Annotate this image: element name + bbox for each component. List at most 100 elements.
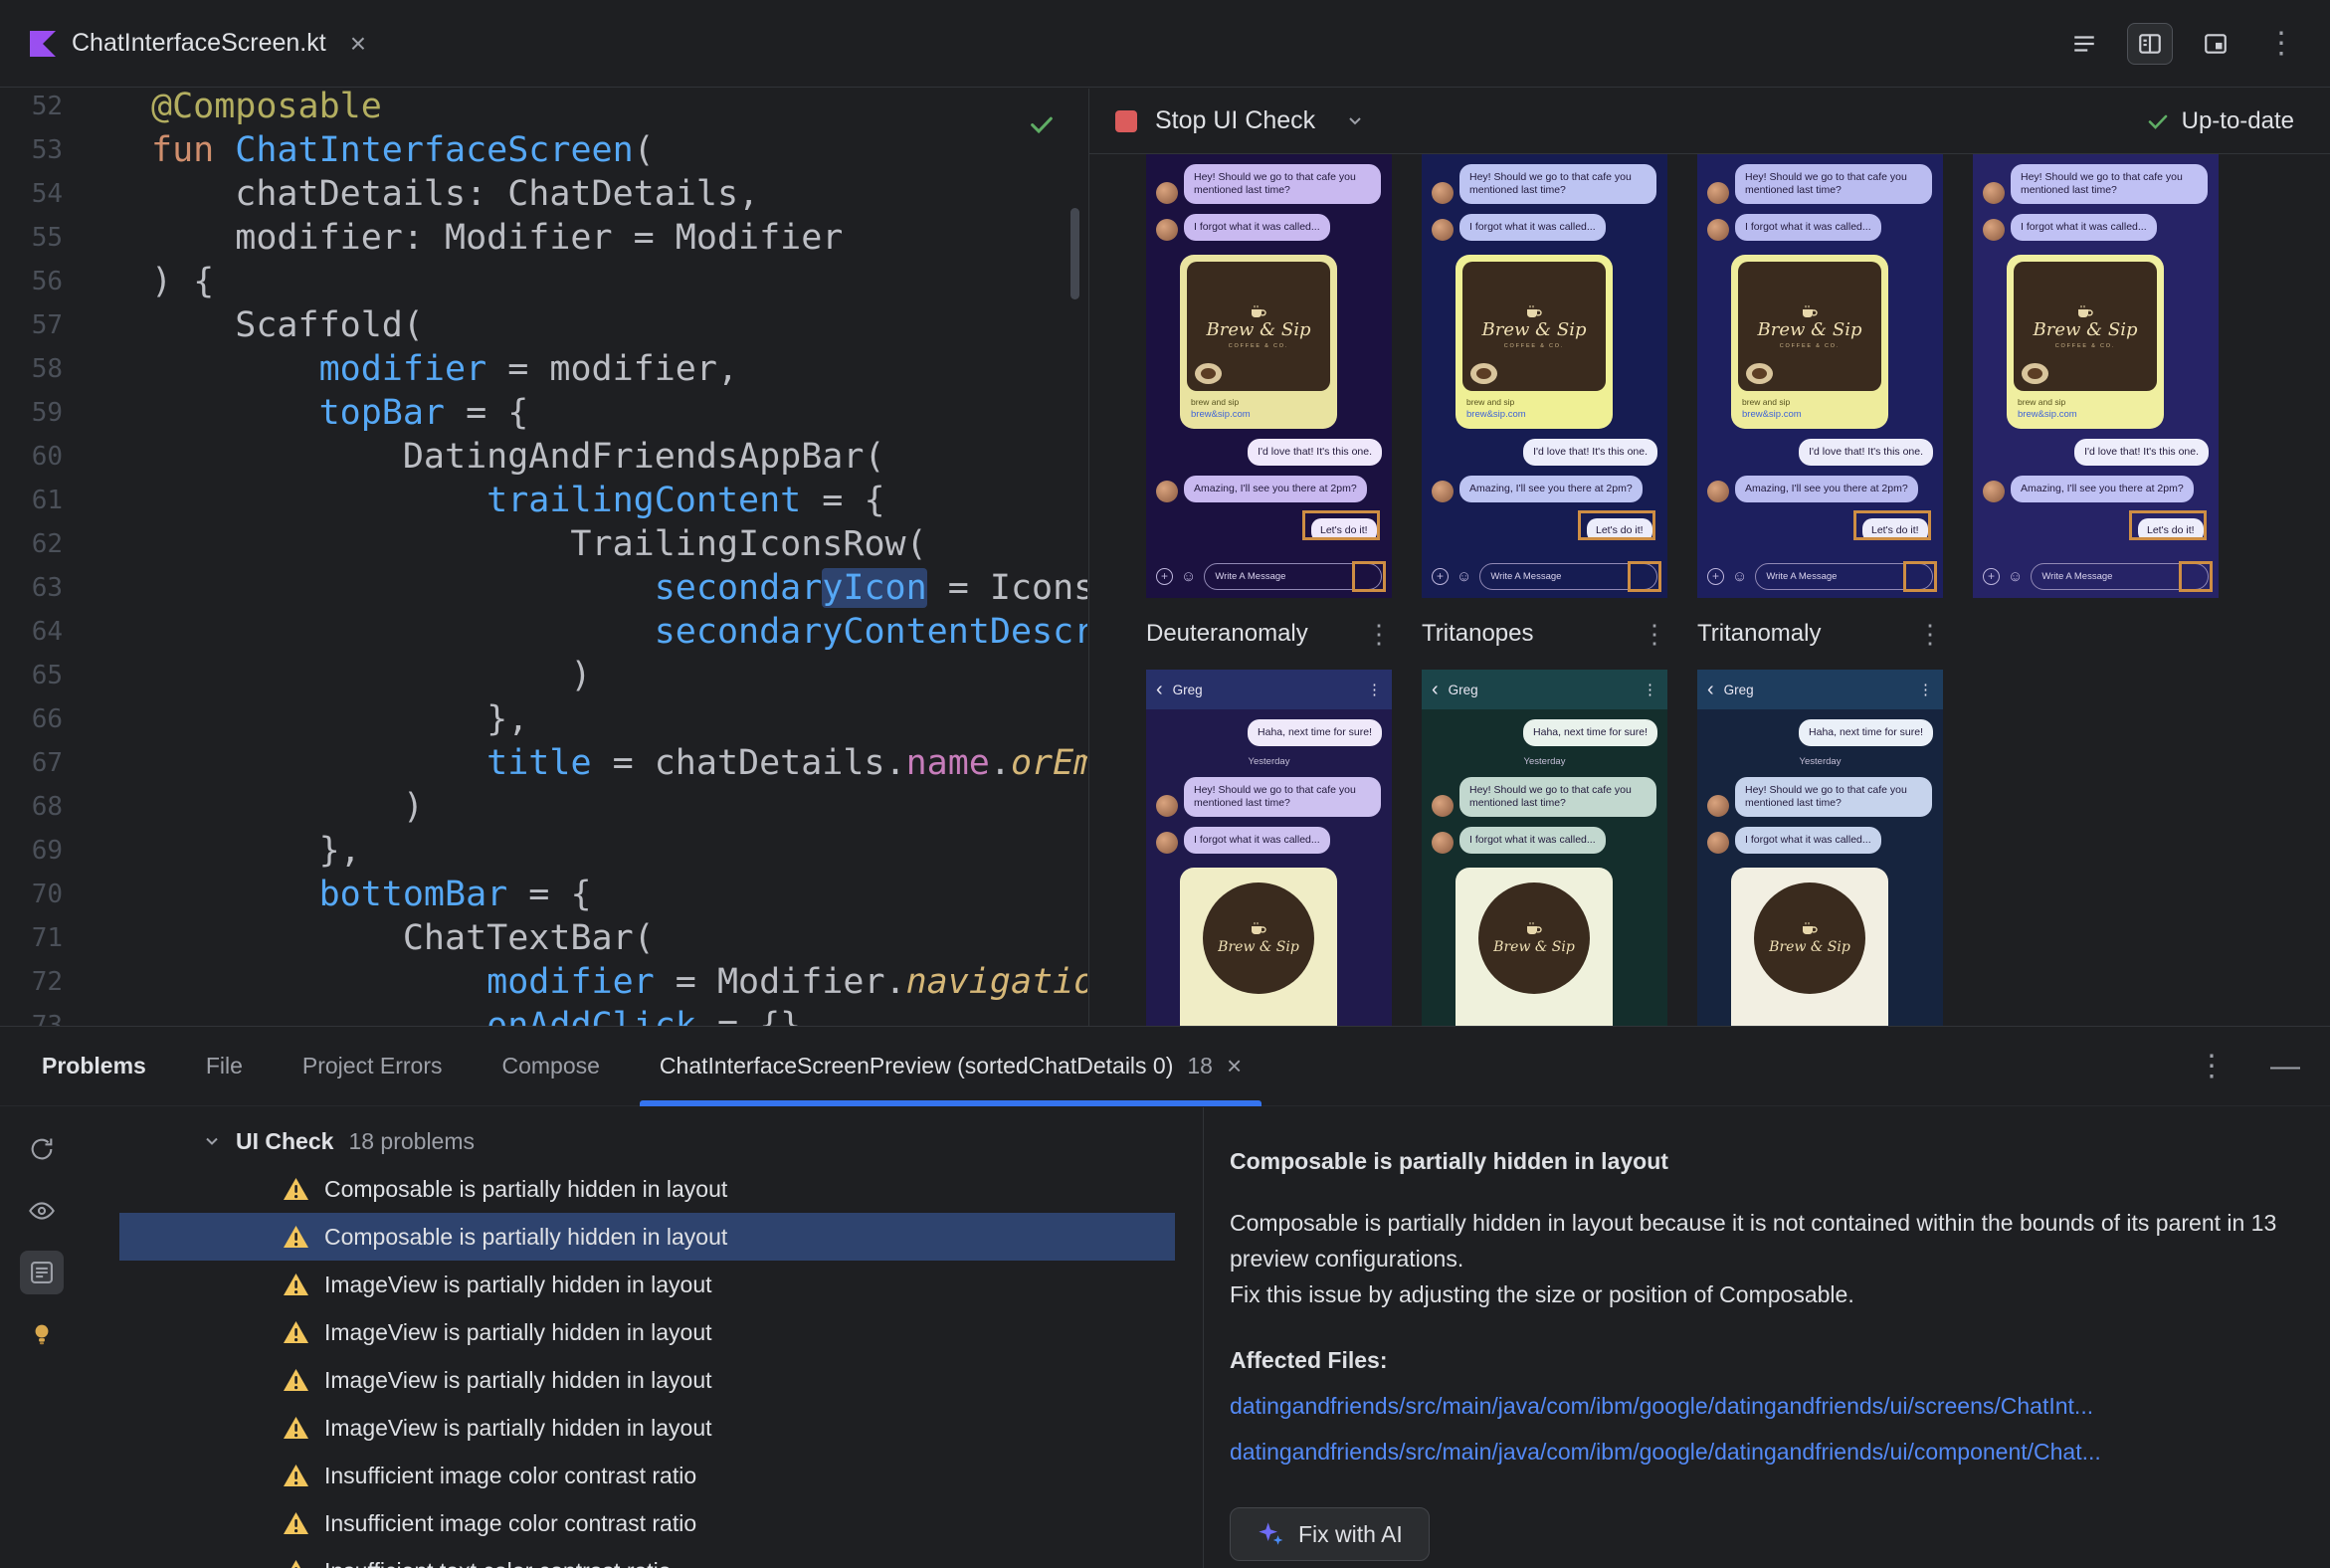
code-line[interactable]: 72 modifier = Modifier.navigationBarsPad… bbox=[0, 960, 1087, 1004]
code-line[interactable]: 53 fun ChatInterfaceScreen( bbox=[0, 128, 1087, 172]
preview-menu-icon[interactable]: ⋮ bbox=[1366, 621, 1392, 647]
code-line[interactable]: 59 topBar = { bbox=[0, 391, 1087, 435]
preview-phone[interactable]: ‹ Greg ⋮ Haha, next time for sure! Yester… bbox=[1697, 670, 1943, 1026]
avatar bbox=[1983, 182, 2005, 204]
problem-item[interactable]: ImageView is partially hidden in layout bbox=[119, 1308, 1175, 1356]
code-view-button[interactable] bbox=[2061, 23, 2107, 65]
layout-issue-highlight bbox=[2179, 561, 2213, 592]
problem-item[interactable]: Insufficient image color contrast ratio bbox=[119, 1499, 1175, 1547]
editor-tab[interactable]: ChatInterfaceScreen.kt × bbox=[0, 0, 396, 87]
card-subtitle: COFFEE & CO. bbox=[1228, 342, 1289, 349]
code-line[interactable]: 61 trailingContent = { bbox=[0, 479, 1087, 522]
code-line[interactable]: 66 }, bbox=[0, 697, 1087, 741]
up-to-date-status: Up-to-date bbox=[2146, 107, 2294, 135]
minimize-icon[interactable]: — bbox=[2270, 1051, 2300, 1081]
code-line[interactable]: 64 secondaryContentDescription = strin bbox=[0, 610, 1087, 654]
line-number: 73 bbox=[31, 1011, 63, 1026]
tab-file[interactable]: File bbox=[176, 1027, 273, 1105]
code-line[interactable]: 73 onAddClick = {} bbox=[0, 1004, 1087, 1026]
design-view-icon bbox=[2205, 33, 2227, 54]
stop-ui-check-button[interactable]: Stop UI Check bbox=[1155, 106, 1315, 135]
description-line-2: Fix this issue by adjusting the size or … bbox=[1230, 1281, 1854, 1307]
code-line[interactable]: 62 TrailingIconsRow( bbox=[0, 522, 1087, 566]
design-view-button[interactable] bbox=[2193, 23, 2238, 65]
layout-issue-highlight: Let's do it! bbox=[2129, 510, 2207, 540]
problem-description: Composable is partially hidden in layout… bbox=[1230, 1205, 2290, 1312]
card-footer: brew and sip brew&sip.com bbox=[1462, 391, 1606, 422]
chat-bubble: Hey! Should we go to that cafe you menti… bbox=[1735, 777, 1932, 817]
contact-name: Greg bbox=[1172, 682, 1203, 697]
split-view-button[interactable] bbox=[2127, 22, 2173, 65]
details-view-button[interactable] bbox=[20, 1251, 64, 1294]
warning-icon bbox=[284, 1178, 308, 1200]
kebab-icon: ⋮ bbox=[2266, 26, 2296, 60]
code-text: title = chatDetails.name.orEmpty() bbox=[486, 743, 1087, 783]
problem-item[interactable]: ImageView is partially hidden in layout bbox=[119, 1356, 1175, 1404]
problem-text: Insufficient text color contrast ratio bbox=[324, 1558, 672, 1568]
code-line[interactable]: 63 secondaryIcon = Icons.Outlined.More bbox=[0, 566, 1087, 610]
tab-preview-problems[interactable]: ChatInterfaceScreenPreview (sortedChatDe… bbox=[630, 1027, 1271, 1106]
chat-message-outgoing: Haha, next time for sure! bbox=[1146, 719, 1392, 746]
problem-item[interactable]: ImageView is partially hidden in layout bbox=[119, 1261, 1175, 1308]
preview-menu-icon[interactable]: ⋮ bbox=[1917, 621, 1943, 647]
problems-content: UI Check 18 problems Composable is parti… bbox=[0, 1107, 2330, 1568]
code-line[interactable]: 55 modifier: Modifier = Modifier bbox=[0, 216, 1087, 260]
chat-bubble: Hey! Should we go to that cafe you menti… bbox=[1459, 777, 1656, 817]
affected-file-link-2[interactable]: datingandfriends/src/main/java/com/ibm/g… bbox=[1230, 1434, 2290, 1470]
warning-icon bbox=[284, 1321, 308, 1343]
card-brand: Brew & Sip bbox=[1757, 318, 1862, 340]
code-line[interactable]: 56) { bbox=[0, 260, 1087, 303]
problem-item[interactable]: Composable is partially hidden in layout bbox=[119, 1213, 1175, 1261]
chat-bubble: I forgot what it was called... bbox=[1735, 827, 1881, 854]
chevron-down-icon[interactable] bbox=[1345, 111, 1365, 131]
problem-item[interactable]: Insufficient image color contrast ratio bbox=[119, 1452, 1175, 1499]
chat-message-incoming: Amazing, I'll see you there at 2pm? bbox=[1422, 476, 1667, 502]
chat-bubble: I forgot what it was called... bbox=[1459, 214, 1606, 241]
code-line[interactable]: 52 @Composable bbox=[0, 89, 1087, 128]
code-line[interactable]: 60 DatingAndFriendsAppBar( bbox=[0, 435, 1087, 479]
tab-compose[interactable]: Compose bbox=[472, 1027, 629, 1105]
code-line[interactable]: 65 ) bbox=[0, 654, 1087, 697]
preview-phone[interactable]: Hey! Should we go to that cafe you menti… bbox=[1697, 154, 1943, 598]
chat-message-incoming: Hey! Should we go to that cafe you menti… bbox=[1697, 777, 1943, 817]
code-text: fun ChatInterfaceScreen( bbox=[151, 130, 655, 170]
problem-item[interactable]: ImageView is partially hidden in layout bbox=[119, 1404, 1175, 1452]
code-line[interactable]: 54 chatDetails: ChatDetails, bbox=[0, 172, 1087, 216]
quick-fix-button[interactable] bbox=[20, 1312, 64, 1356]
problem-group-header[interactable]: UI Check 18 problems bbox=[119, 1117, 1175, 1165]
coffee-photo bbox=[1746, 363, 1773, 384]
tab-project-errors[interactable]: Project Errors bbox=[273, 1027, 473, 1105]
card-brand: Brew & Sip bbox=[1481, 318, 1587, 340]
editor-scrollbar[interactable] bbox=[1070, 208, 1079, 299]
refresh-button[interactable] bbox=[20, 1127, 64, 1171]
description-line-1: Composable is partially hidden in layout… bbox=[1230, 1210, 2277, 1272]
code-line[interactable]: 67 title = chatDetails.name.orEmpty() bbox=[0, 741, 1087, 785]
day-divider: Yesterday bbox=[1248, 756, 1290, 767]
problem-item[interactable]: Insufficient text color contrast ratio bbox=[119, 1547, 1175, 1568]
code-line[interactable]: 70 bottomBar = { bbox=[0, 873, 1087, 916]
preview-phone[interactable]: Hey! Should we go to that cafe you menti… bbox=[1422, 154, 1667, 598]
code-line[interactable]: 71 ChatTextBar( bbox=[0, 916, 1087, 960]
code-line[interactable]: 57 Scaffold( bbox=[0, 303, 1087, 347]
affected-file-link-1[interactable]: datingandfriends/src/main/java/com/ibm/g… bbox=[1230, 1388, 2290, 1424]
avatar bbox=[1156, 481, 1178, 502]
code-line[interactable]: 58 modifier = modifier, bbox=[0, 347, 1087, 391]
code-line[interactable]: 69 }, bbox=[0, 829, 1087, 873]
chat-message-outgoing: Haha, next time for sure! bbox=[1697, 719, 1943, 746]
preview-phone[interactable]: Hey! Should we go to that cafe you menti… bbox=[1973, 154, 2219, 598]
tab-close-icon[interactable]: × bbox=[350, 28, 366, 60]
tab-close-icon[interactable]: × bbox=[1227, 1051, 1242, 1081]
preview-phone[interactable]: ‹ Greg ⋮ Haha, next time for sure! Yester… bbox=[1146, 670, 1392, 1026]
preview-phone[interactable]: ‹ Greg ⋮ Haha, next time for sure! Yester… bbox=[1422, 670, 1667, 1026]
panel-options-icon[interactable]: ⋮ bbox=[2197, 1051, 2227, 1081]
editor-more-button[interactable]: ⋮ bbox=[2258, 23, 2304, 65]
preview-menu-icon[interactable]: ⋮ bbox=[1642, 621, 1667, 647]
problem-item[interactable]: Composable is partially hidden in layout bbox=[119, 1165, 1175, 1213]
code-editor[interactable]: 52 @Composable 53 fun ChatInterfaceScreen(5… bbox=[0, 89, 1087, 1026]
preview-phone[interactable]: Hey! Should we go to that cafe you menti… bbox=[1146, 154, 1392, 598]
chat-bubble: Hey! Should we go to that cafe you menti… bbox=[1184, 777, 1381, 817]
fix-with-ai-button[interactable]: Fix with AI bbox=[1230, 1507, 1430, 1561]
preview-problems-button[interactable] bbox=[20, 1189, 64, 1233]
code-line[interactable]: 68 ) bbox=[0, 785, 1087, 829]
editor-tab-bar: ChatInterfaceScreen.kt × ⋮ bbox=[0, 0, 2330, 88]
